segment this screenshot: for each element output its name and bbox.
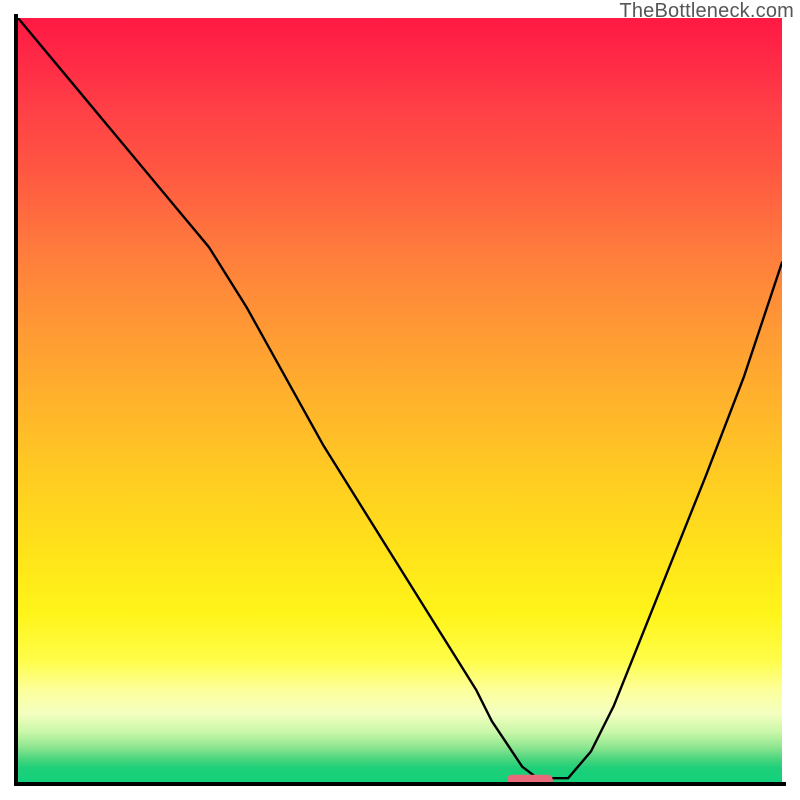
watermark-text: TheBottleneck.com	[619, 0, 794, 23]
bottleneck-curve	[18, 18, 782, 778]
optimal-range-marker	[507, 775, 553, 782]
x-axis	[14, 782, 786, 786]
bottleneck-chart: TheBottleneck.com	[0, 0, 800, 800]
y-axis	[14, 14, 18, 786]
plot-area	[18, 18, 782, 782]
curve-layer	[18, 18, 782, 782]
